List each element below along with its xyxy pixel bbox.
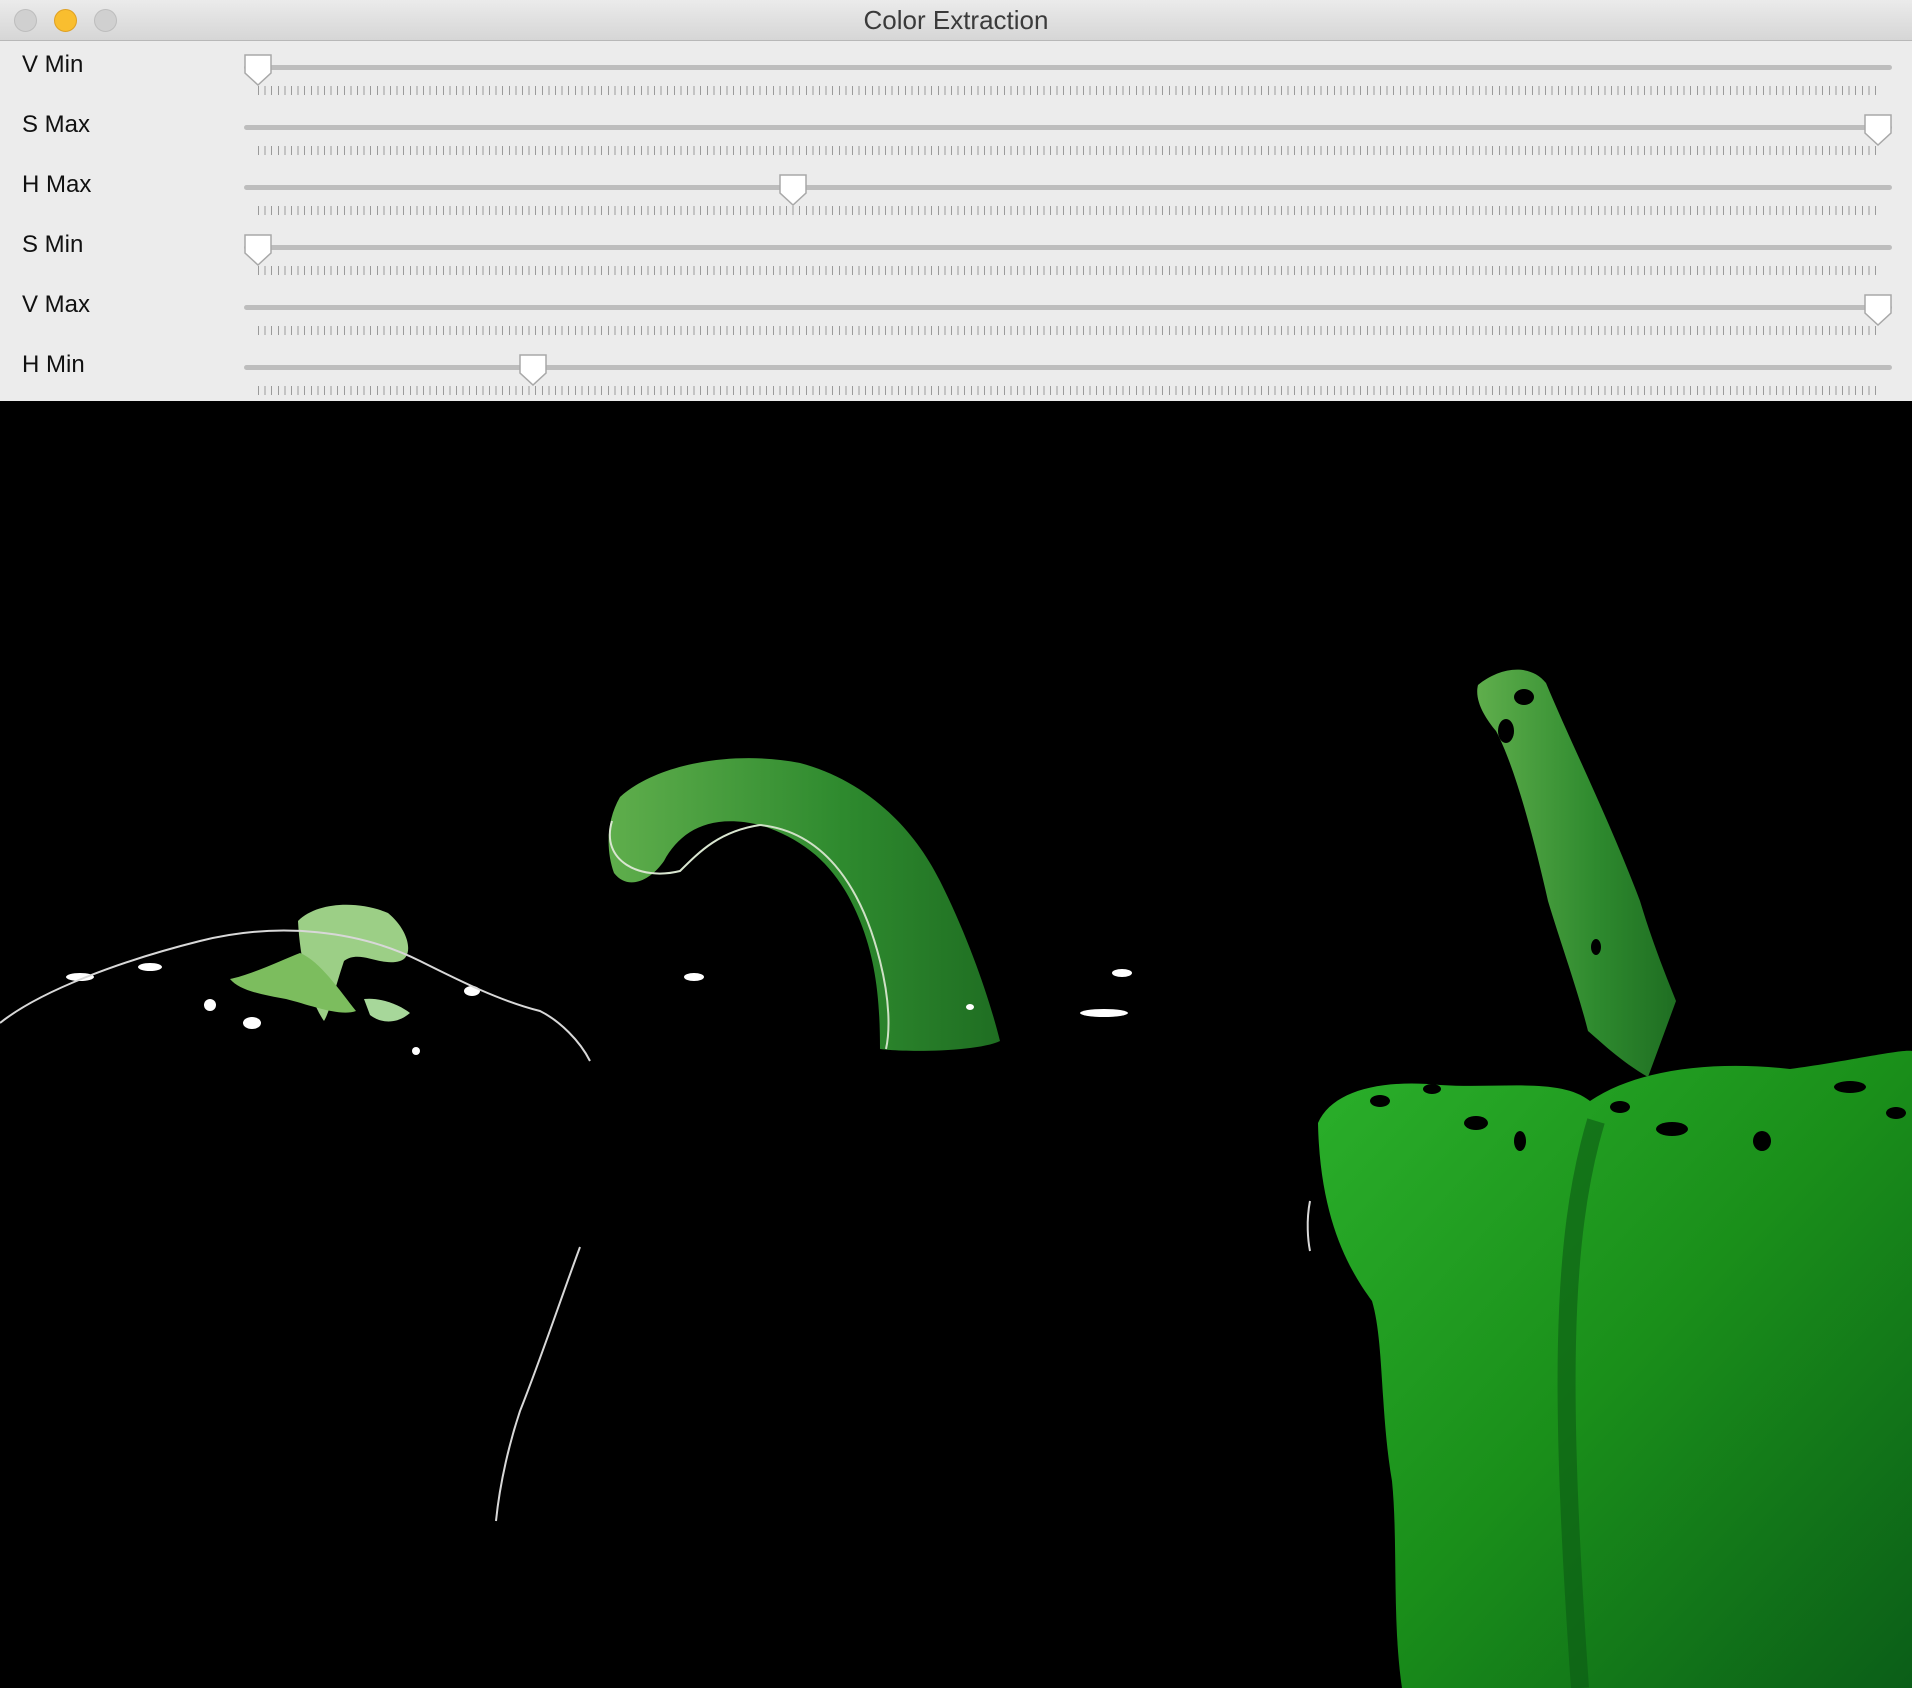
slider-ticks <box>258 386 1878 395</box>
pepper-stem-middle <box>608 758 1000 1051</box>
pepper-body-right <box>1318 1050 1912 1688</box>
slider-v-max: V Max <box>0 281 1912 341</box>
slider-track[interactable] <box>244 245 1892 250</box>
pepper-fragments-left <box>230 904 410 1022</box>
window-title: Color Extraction <box>863 5 1049 35</box>
slider-ticks <box>258 86 1878 95</box>
slider-ticks <box>258 146 1878 155</box>
slider-thumb[interactable] <box>243 233 273 267</box>
slider-track[interactable] <box>244 125 1892 130</box>
slider-track[interactable] <box>244 65 1892 70</box>
slider-label: V Max <box>22 291 91 318</box>
slider-ticks <box>258 206 1878 215</box>
slider-label: V Min <box>22 51 84 78</box>
noise-edges <box>0 929 1311 1522</box>
slider-s-max: S Max <box>0 101 1912 161</box>
slider-ticks <box>258 266 1878 275</box>
slider-label: S Min <box>22 231 84 258</box>
masked-pepper-image <box>0 669 1912 1688</box>
slider-s-min: S Min <box>0 221 1912 281</box>
slider-thumb[interactable] <box>778 173 808 207</box>
trackbar-panel: V Min S Max H Max S Min V Max H Min <box>0 41 1912 401</box>
slider-track[interactable] <box>244 305 1892 310</box>
slider-label: H Max <box>22 171 92 198</box>
extracted-image-view <box>0 401 1912 1688</box>
slider-h-min: H Min <box>0 341 1912 401</box>
slider-v-min: V Min <box>0 41 1912 101</box>
slider-label: H Min <box>22 351 85 378</box>
slider-thumb[interactable] <box>1863 113 1893 147</box>
slider-thumb[interactable] <box>1863 293 1893 327</box>
title-bar: Color Extraction <box>0 0 1912 41</box>
slider-thumb[interactable] <box>518 353 548 387</box>
slider-h-max: H Max <box>0 161 1912 221</box>
slider-label: S Max <box>22 111 91 138</box>
color-extraction-window: Color Extraction V Min S Max H Max S Min <box>0 0 1912 1688</box>
slider-ticks <box>258 326 1878 335</box>
slider-thumb[interactable] <box>243 53 273 87</box>
slider-track[interactable] <box>244 365 1892 370</box>
slider-track[interactable] <box>244 185 1892 190</box>
